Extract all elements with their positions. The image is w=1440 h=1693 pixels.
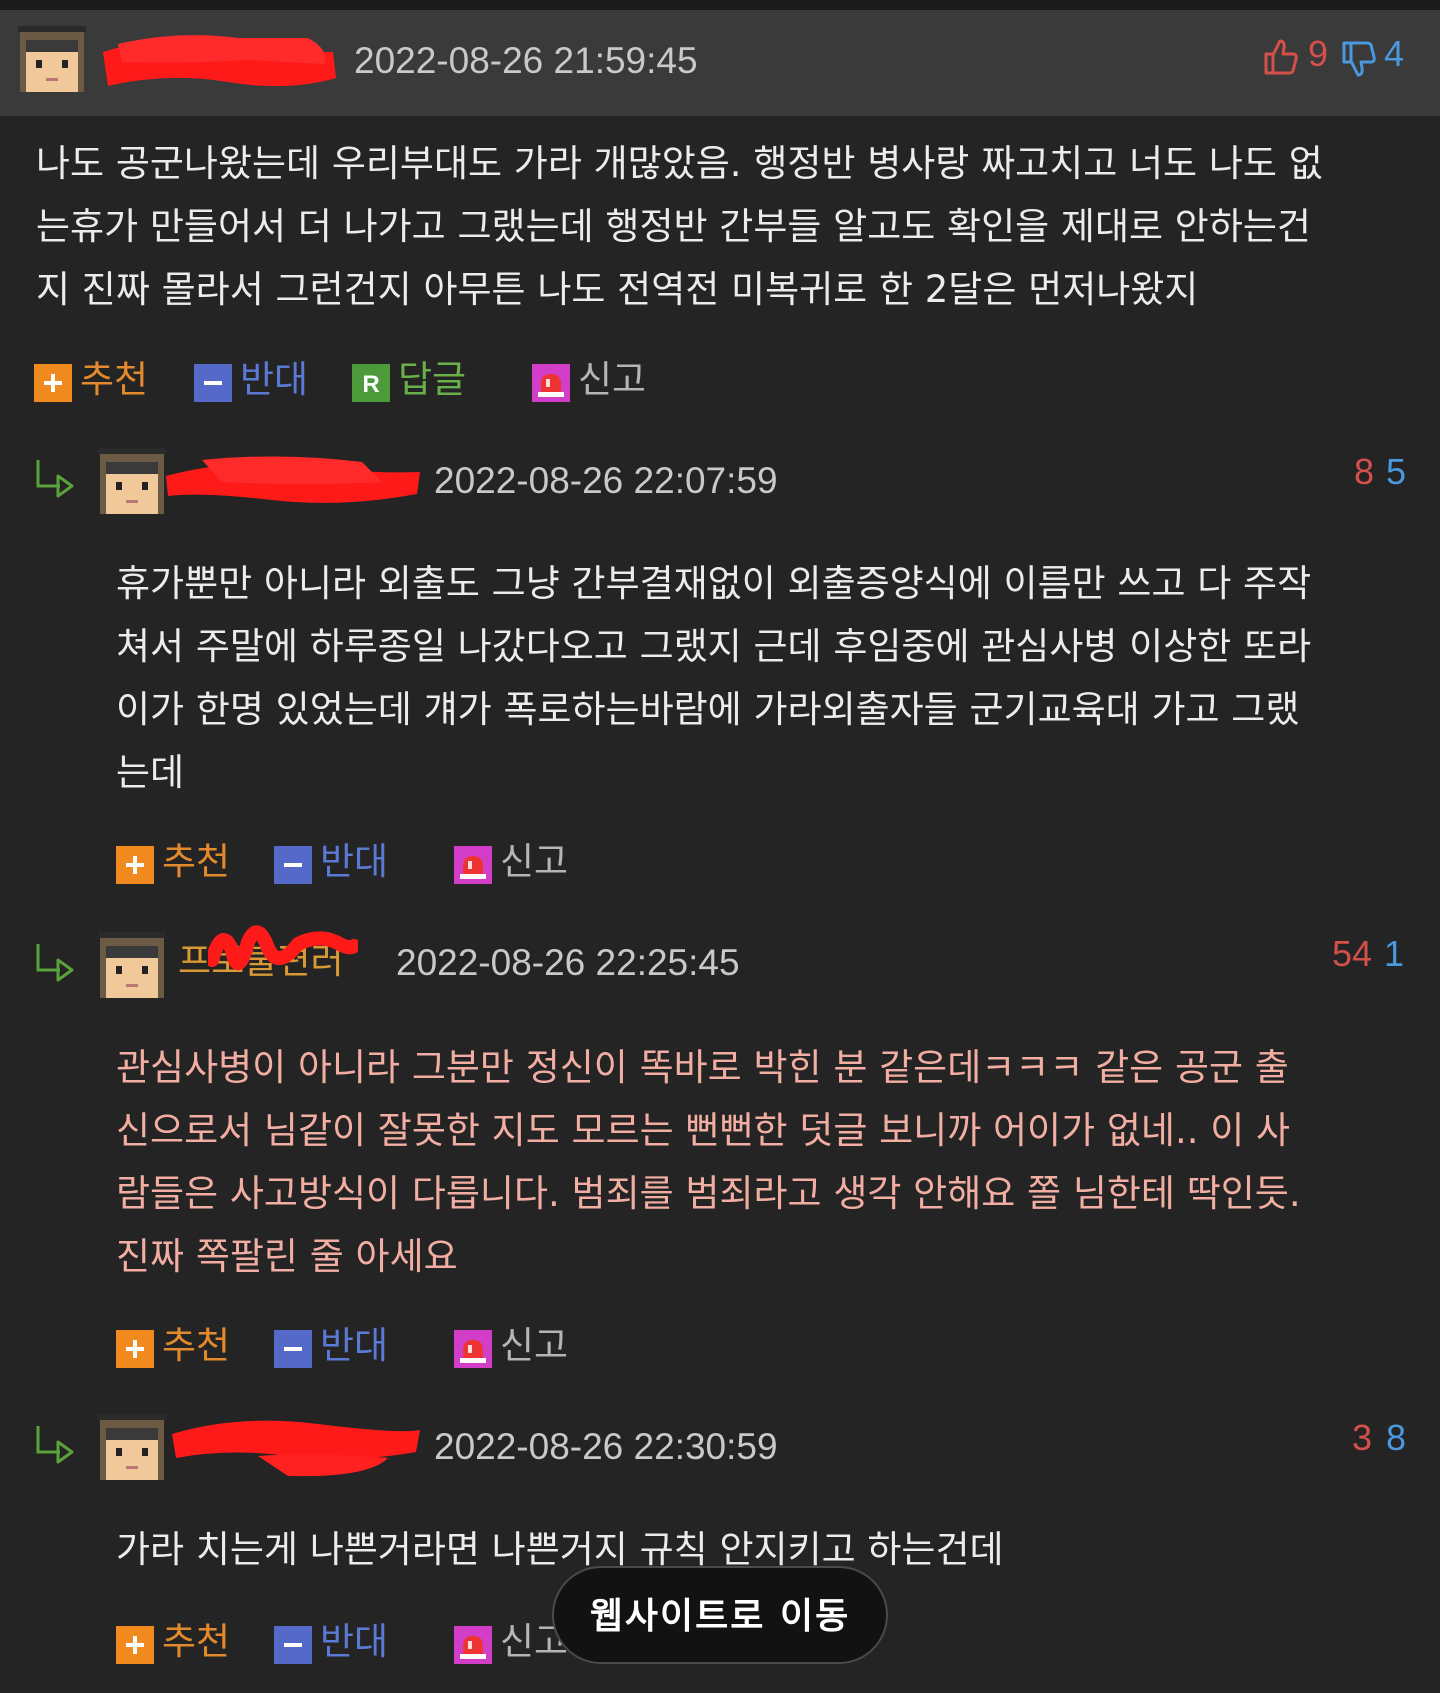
minus-icon: [194, 364, 232, 402]
comment-line: 지 진짜 몰라서 그런건지 아무튼 나도 전역전 미복귀로 한 2달은 먼저나왔…: [36, 268, 1199, 311]
oppose-button[interactable]: 반대: [274, 838, 404, 886]
downvote-count: 5: [1386, 451, 1407, 492]
recommend-label: 추천: [162, 840, 231, 883]
reply-arrow-icon: [34, 456, 78, 500]
avatar-icon: [98, 932, 166, 998]
comment-timestamp: 2022-08-26 22:30:59: [434, 1426, 778, 1467]
minus-icon: [274, 1626, 312, 1664]
comment-line: 이가 한명 있었는데 걔가 폭로하는바람에 가라외출자들 군기교육대 가고 그랬: [116, 688, 1300, 731]
comment-line: 가라 치는게 나쁜거라면 나쁜거지 규칙 안지키고 하는건데: [116, 1528, 1004, 1571]
thumbs-up-icon[interactable]: [1262, 38, 1300, 76]
siren-icon: [454, 846, 492, 884]
top-strip: [0, 0, 1440, 10]
oppose-button[interactable]: 반대: [274, 1618, 404, 1666]
comment-timestamp: 2022-08-26 21:59:45: [354, 40, 698, 81]
avatar[interactable]: [98, 1414, 166, 1482]
recommend-button[interactable]: 추천: [34, 356, 164, 404]
avatar[interactable]: [98, 448, 166, 516]
comment-body: 가라 치는게 나쁜거라면 나쁜거지 규칙 안지키고 하는건데: [116, 1518, 1004, 1581]
comment-line: 관심사병이 아니라 그분만 정신이 똑바로 박힌 분 같은데ㅋㅋㅋ 같은 공군 …: [116, 1046, 1289, 1089]
redacted-nickname: [168, 1412, 424, 1482]
plus-icon: [116, 1330, 154, 1368]
comment-actions: 추천 반대 신고: [116, 838, 636, 886]
recommend-label: 추천: [162, 1620, 231, 1663]
redacted-nickname: [98, 30, 338, 100]
report-button[interactable]: 신고: [454, 1322, 584, 1370]
comment-body: 관심사병이 아니라 그분만 정신이 똑바로 박힌 분 같은데ㅋㅋㅋ 같은 공군 …: [116, 1036, 1301, 1288]
comment-line: 쳐서 주말에 하루종일 나갔다오고 그랬지 근데 후임중에 관심사병 이상한 또…: [116, 625, 1312, 668]
reply-label: 답글: [398, 358, 467, 401]
recommend-button[interactable]: 추천: [116, 838, 246, 886]
avatar[interactable]: [98, 932, 166, 1000]
downvote-count: 4: [1384, 33, 1405, 74]
comment-line: 신으로서 님같이 잘못한 지도 모르는 뻔뻔한 덧글 보니까 어이가 없네.. …: [116, 1109, 1291, 1152]
comment-body: 나도 공군나왔는데 우리부대도 가라 개많았음. 행정반 병사랑 짜고치고 너도…: [36, 132, 1323, 321]
comment-line: 는휴가 만들어서 더 나가고 그랬는데 행정반 간부들 알고도 확인을 제대로 …: [36, 205, 1311, 248]
oppose-label: 반대: [320, 1324, 389, 1367]
redacted-nickname: [162, 452, 424, 510]
oppose-button[interactable]: 반대: [274, 1322, 404, 1370]
recommend-button[interactable]: 추천: [116, 1322, 246, 1370]
avatar-icon: [98, 448, 166, 514]
avatar-icon: [98, 1414, 166, 1480]
comment-line: 휴가뿐만 아니라 외출도 그냥 간부결재없이 외출증양식에 이름만 쓰고 다 주…: [116, 562, 1312, 605]
downvote-count: 1: [1384, 933, 1405, 974]
oppose-label: 반대: [320, 840, 389, 883]
report-button[interactable]: 신고: [454, 838, 584, 886]
siren-icon: [454, 1330, 492, 1368]
reply-r-icon: R: [352, 364, 390, 402]
redaction-scribble: [208, 920, 358, 986]
comment-actions: 추천 반대 R 답글 신고: [34, 356, 734, 404]
comment-line: 람들은 사고방식이 다릅니다. 범죄를 범죄라고 생각 안해요 쫄 님한테 딱인…: [116, 1172, 1301, 1215]
report-label: 신고: [500, 840, 569, 883]
reply-arrow-icon: [34, 1422, 78, 1466]
comment-line: 진짜 쪽팔린 줄 아세요: [116, 1235, 458, 1278]
oppose-button[interactable]: 반대: [194, 356, 324, 404]
recommend-label: 추천: [162, 1324, 231, 1367]
recommend-button[interactable]: 추천: [116, 1618, 246, 1666]
avatar-icon: [18, 26, 86, 92]
comment-line: 나도 공군나왔는데 우리부대도 가라 개많았음. 행정반 병사랑 짜고치고 너도…: [36, 142, 1323, 185]
upvote-count: 8: [1354, 451, 1375, 492]
upvote-count: 54: [1332, 933, 1373, 974]
report-button[interactable]: 신고: [532, 356, 662, 404]
plus-icon: [116, 846, 154, 884]
oppose-label: 반대: [320, 1620, 389, 1663]
avatar[interactable]: [18, 26, 86, 94]
report-label: 신고: [500, 1324, 569, 1367]
thumbs-down-icon[interactable]: [1340, 40, 1378, 78]
oppose-label: 반대: [240, 358, 309, 401]
go-to-website-button[interactable]: 웹사이트로 이동: [552, 1566, 888, 1664]
svg-text:R: R: [362, 371, 379, 398]
comment-actions: 추천 반대 신고: [116, 1322, 636, 1370]
plus-icon: [116, 1626, 154, 1664]
comment-timestamp: 2022-08-26 22:25:45: [396, 942, 740, 983]
siren-icon: [532, 364, 570, 402]
comment-body: 휴가뿐만 아니라 외출도 그냥 간부결재없이 외출증양식에 이름만 쓰고 다 주…: [116, 552, 1311, 804]
upvote-count: 3: [1352, 1417, 1373, 1458]
downvote-count: 8: [1386, 1417, 1407, 1458]
recommend-label: 추천: [80, 358, 149, 401]
comment-timestamp: 2022-08-26 22:07:59: [434, 460, 778, 501]
reply-button[interactable]: R 답글: [352, 356, 482, 404]
comment-line: 는데: [116, 751, 185, 794]
upvote-count: 9: [1308, 33, 1329, 74]
plus-icon: [34, 364, 72, 402]
minus-icon: [274, 1330, 312, 1368]
siren-icon: [454, 1626, 492, 1664]
minus-icon: [274, 846, 312, 884]
reply-arrow-icon: [34, 940, 78, 984]
report-label: 신고: [578, 358, 647, 401]
